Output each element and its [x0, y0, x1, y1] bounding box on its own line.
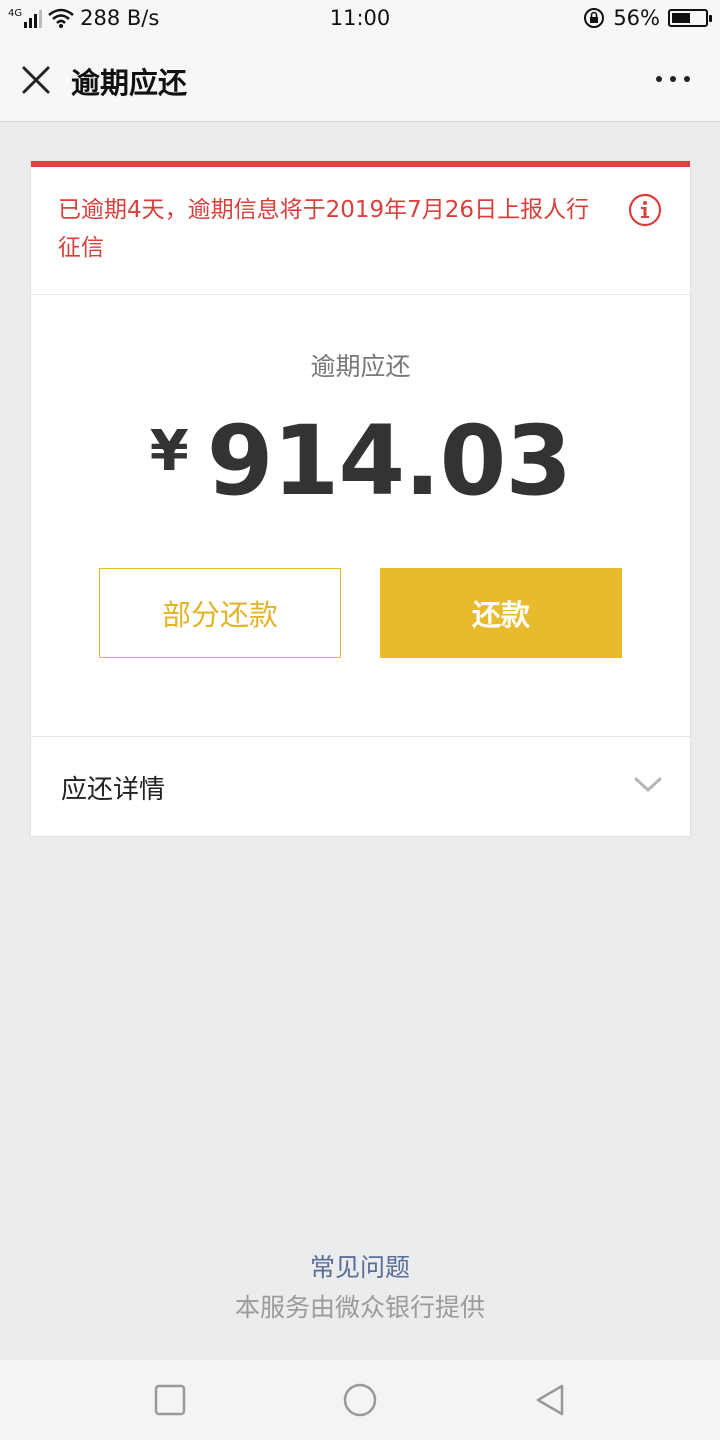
rotation-lock-icon	[584, 8, 605, 28]
overdue-warning: 已逾期4天，逾期信息将于2019年7月26日上报人行征信	[58, 197, 590, 261]
repay-button[interactable]: 还款	[380, 568, 622, 658]
recent-apps-icon[interactable]	[152, 1382, 188, 1418]
partial-repay-button[interactable]: 部分还款	[99, 568, 341, 658]
back-icon[interactable]	[532, 1382, 568, 1418]
system-nav-bar	[0, 1360, 720, 1440]
status-right: 56%	[583, 6, 712, 30]
page-title: 逾期应还	[71, 66, 188, 100]
more-icon[interactable]	[656, 76, 690, 82]
provider-note: 本服务由微众银行提供	[234, 1293, 485, 1322]
amount-display: ¥914.03	[31, 405, 690, 517]
battery-icon	[668, 9, 712, 27]
battery-percent: 56%	[613, 6, 660, 30]
repay-details-row[interactable]: 应还详情	[31, 737, 690, 837]
amount-value: 914.03	[206, 405, 572, 517]
nav-bar: 逾期应还	[0, 38, 720, 122]
repayment-card: 已逾期4天，逾期信息将于2019年7月26日上报人行征信 逾期应还 ¥914.0…	[30, 160, 691, 837]
currency-symbol: ¥	[149, 419, 189, 484]
info-icon[interactable]	[628, 193, 662, 227]
amount-label: 逾期应还	[310, 352, 411, 381]
chevron-down-icon	[634, 777, 662, 792]
status-bar: 4G 288 B/s 11:00 56%	[0, 0, 720, 38]
home-icon[interactable]	[342, 1382, 378, 1418]
repay-details-label: 应还详情	[61, 775, 166, 805]
faq-link[interactable]: 常见问题	[0, 1248, 720, 1284]
divider	[31, 294, 690, 295]
close-icon[interactable]	[18, 62, 54, 98]
warning-accent-bar	[31, 161, 690, 167]
battery-fill	[672, 13, 690, 23]
